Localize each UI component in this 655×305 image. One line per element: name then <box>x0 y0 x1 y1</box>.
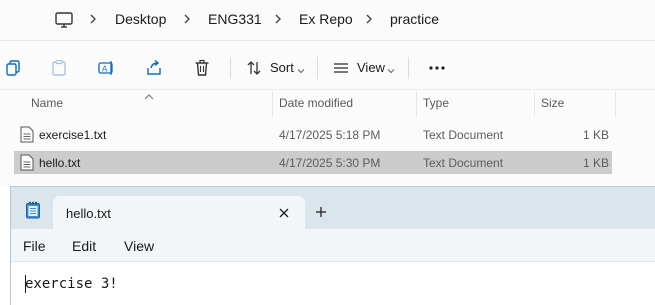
toolbar-separator <box>230 57 231 79</box>
file-explorer-window: Desktop ENG331 Ex Repo practice A Sort V… <box>0 0 655 186</box>
toolbar-separator <box>317 57 318 79</box>
column-header-type[interactable]: Type <box>423 96 449 110</box>
copy-icon[interactable] <box>0 55 28 81</box>
column-header-size[interactable]: Size <box>541 96 564 110</box>
menu-edit[interactable]: Edit <box>72 238 96 254</box>
column-divider[interactable] <box>416 92 417 116</box>
share-icon[interactable] <box>140 55 168 81</box>
file-row-hello[interactable]: hello.txt 4/17/2025 5:30 PM Text Documen… <box>14 151 612 174</box>
command-bar: A Sort View <box>0 47 655 90</box>
column-header-name[interactable]: Name <box>31 96 63 110</box>
tab-title: hello.txt <box>66 206 111 221</box>
view-button[interactable]: View <box>357 60 385 75</box>
view-icon[interactable] <box>327 55 355 81</box>
file-type: Text Document <box>423 128 504 142</box>
column-header-date-modified[interactable]: Date modified <box>279 96 353 110</box>
breadcrumb-ex-repo[interactable]: Ex Repo <box>299 11 353 27</box>
file-size: 1 KB <box>582 128 609 142</box>
column-divider[interactable] <box>615 92 616 116</box>
notepad-title-bar[interactable]: hello.txt <box>11 187 655 229</box>
file-type: Text Document <box>423 156 504 170</box>
paste-icon[interactable] <box>45 55 73 81</box>
notepad-menu-bar: File Edit View <box>11 229 655 262</box>
notepad-text-area[interactable]: exercise 3! <box>25 276 118 292</box>
column-divider[interactable] <box>534 92 535 116</box>
file-name: hello.txt <box>39 156 81 170</box>
text-file-icon <box>20 126 34 143</box>
this-pc-icon[interactable] <box>54 10 74 30</box>
text-cursor <box>25 275 26 293</box>
breadcrumb-practice[interactable]: practice <box>390 11 439 27</box>
chevron-down-icon <box>387 62 395 74</box>
file-size: 1 KB <box>582 156 609 170</box>
chevron-right-icon <box>271 10 285 28</box>
file-row-exercise1[interactable]: exercise1.txt 4/17/2025 5:18 PM Text Doc… <box>14 123 612 146</box>
new-tab-icon[interactable] <box>313 204 329 220</box>
breadcrumb-desktop[interactable]: Desktop <box>115 11 166 27</box>
rename-icon[interactable]: A <box>92 55 120 81</box>
chevron-right-icon <box>180 10 194 28</box>
chevron-right-icon <box>362 10 376 28</box>
sort-button[interactable]: Sort <box>270 60 294 75</box>
more-icon[interactable] <box>423 55 451 81</box>
text-file-icon <box>20 154 34 171</box>
close-tab-icon[interactable] <box>277 206 291 220</box>
breadcrumb-eng331[interactable]: ENG331 <box>208 11 262 27</box>
file-date-modified: 4/17/2025 5:30 PM <box>279 156 381 170</box>
notepad-app-icon <box>25 201 41 219</box>
file-date-modified: 4/17/2025 5:18 PM <box>279 128 381 142</box>
notepad-window: hello.txt File Edit View exercise 3! <box>10 186 655 305</box>
svg-text:A: A <box>102 65 108 74</box>
column-divider[interactable] <box>272 92 273 116</box>
sort-icon[interactable] <box>240 55 268 81</box>
tab-hello-txt[interactable]: hello.txt <box>53 196 305 229</box>
menu-view[interactable]: View <box>124 238 154 254</box>
column-header-row: Name Date modified Type Size <box>0 92 655 116</box>
address-bar[interactable]: Desktop ENG331 Ex Repo practice <box>0 0 655 41</box>
chevron-right-icon <box>86 10 100 28</box>
delete-icon[interactable] <box>188 55 216 81</box>
chevron-down-icon <box>297 62 305 74</box>
file-name: exercise1.txt <box>39 128 107 142</box>
menu-file[interactable]: File <box>23 238 46 254</box>
toolbar-separator <box>408 57 409 79</box>
